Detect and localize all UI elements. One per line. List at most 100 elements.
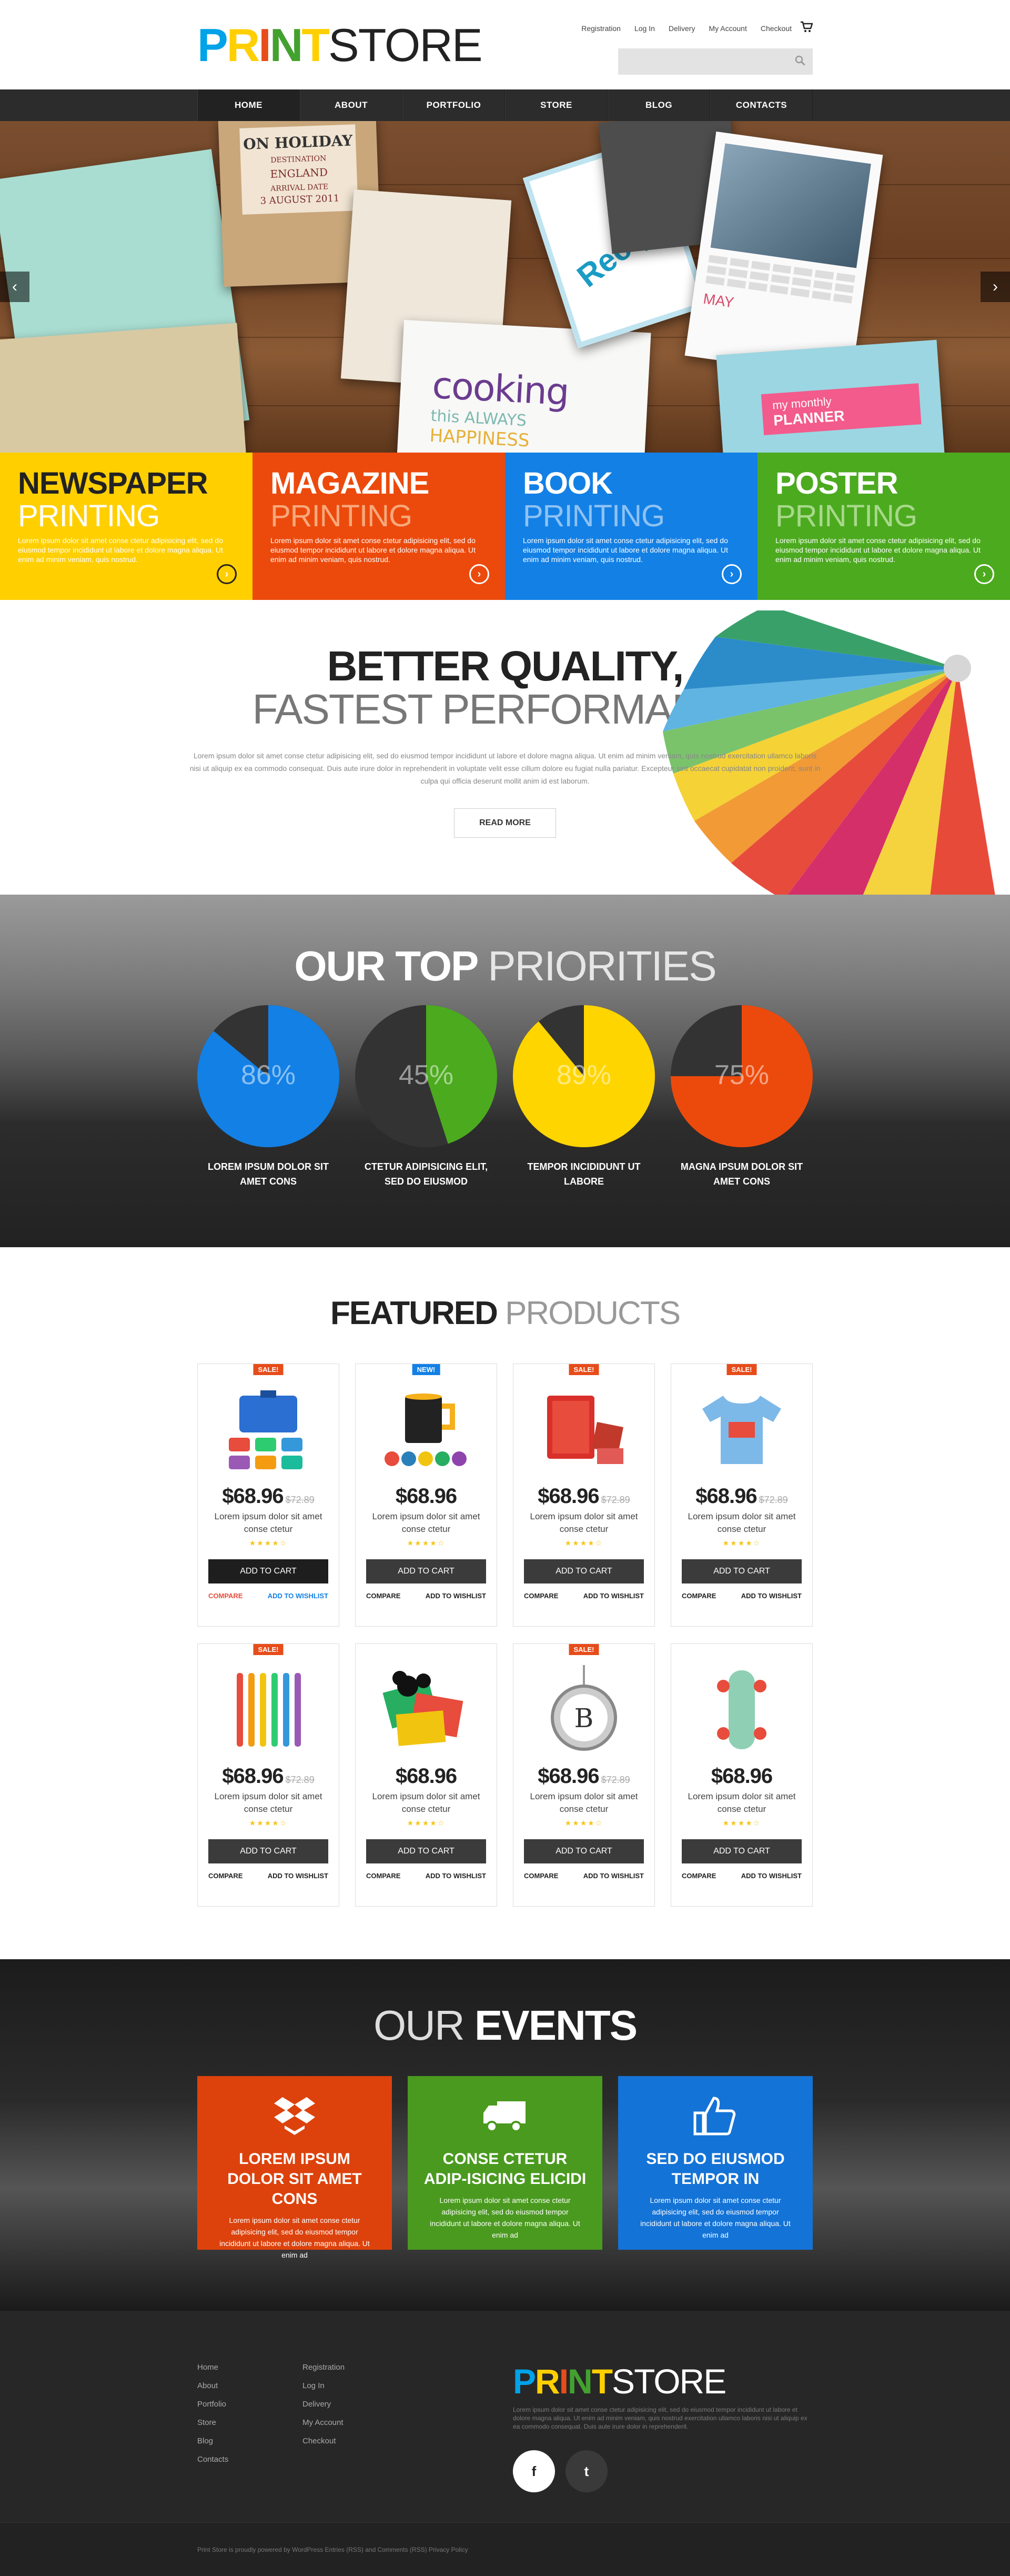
registration-link[interactable]: Registration	[581, 24, 621, 33]
arrow-circle-icon[interactable]: ›	[217, 564, 237, 584]
mug-icon[interactable]	[376, 1385, 476, 1475]
pens-icon[interactable]	[218, 1665, 318, 1755]
compare-link[interactable]: COMPARE	[682, 1592, 716, 1600]
featured-title-light: PRODUCTS	[505, 1295, 681, 1331]
slider-prev-button[interactable]: ‹	[0, 272, 29, 302]
tshirt-icon[interactable]	[692, 1385, 792, 1475]
compare-link[interactable]: COMPARE	[682, 1872, 716, 1880]
footer-link[interactable]: My Account	[302, 2413, 345, 2432]
site-logo[interactable]: PRINTSTORE	[197, 22, 483, 68]
wishlist-link[interactable]: ADD TO WISHLIST	[268, 1872, 328, 1880]
wishlist-link[interactable]: ADD TO WISHLIST	[741, 1592, 802, 1600]
footer-link[interactable]: Contacts	[197, 2450, 228, 2469]
read-more-button[interactable]: READ MORE	[454, 808, 556, 838]
login-link[interactable]: Log In	[634, 24, 655, 33]
event-box[interactable]: SED DO EIUSMOD TEMPOR IN Lorem ipsum dol…	[618, 2076, 813, 2250]
card-text: DESTINATION	[270, 154, 327, 165]
checkout-link[interactable]: Checkout	[761, 24, 792, 33]
nav-blog[interactable]: BLOG	[608, 89, 710, 121]
footer-link[interactable]: About	[197, 2377, 228, 2395]
events-title-light: OUR	[373, 2002, 465, 2049]
add-to-cart-button[interactable]: ADD TO CART	[208, 1559, 328, 1583]
cart-icon[interactable]	[800, 21, 813, 33]
footer-link[interactable]: Portfolio	[197, 2395, 228, 2413]
bag-icon[interactable]	[218, 1385, 318, 1475]
nav-home[interactable]: HOME	[197, 89, 300, 121]
product-old-price: $72.89	[285, 1775, 315, 1785]
wishlist-link[interactable]: ADD TO WISHLIST	[426, 1872, 486, 1880]
compare-link[interactable]: COMPARE	[366, 1872, 400, 1880]
wishlist-link[interactable]: ADD TO WISHLIST	[268, 1592, 328, 1600]
wishlist-link[interactable]: ADD TO WISHLIST	[583, 1592, 644, 1600]
service-subtitle: PRINTING	[775, 499, 917, 533]
search-input[interactable]	[618, 48, 813, 75]
footer-link[interactable]: Log In	[302, 2377, 345, 2395]
footer-link[interactable]: Checkout	[302, 2432, 345, 2450]
tablet-case-icon[interactable]	[534, 1385, 634, 1475]
product-price-row: $68.96 $72.89	[198, 1485, 339, 1508]
product-name[interactable]: Lorem ipsum dolor sit amet conse ctetur	[198, 1510, 339, 1536]
arrow-circle-icon[interactable]: ›	[469, 564, 489, 584]
product-card: SALE! $68.96 $72.89 Lorem ipsum dolor sit a…	[197, 1643, 339, 1907]
service-magazine[interactable]: MAGAZINE PRINTING Lorem ipsum dolor sit …	[252, 453, 505, 600]
compare-link[interactable]: COMPARE	[366, 1592, 400, 1600]
product-old-price: $72.89	[601, 1775, 630, 1785]
product-name[interactable]: Lorem ipsum dolor sit amet conse ctetur	[671, 1790, 812, 1816]
nav-about[interactable]: ABOUT	[300, 89, 402, 121]
add-to-cart-button[interactable]: ADD TO CART	[524, 1559, 644, 1583]
my-account-link[interactable]: My Account	[709, 24, 746, 33]
product-name[interactable]: Lorem ipsum dolor sit amet conse ctetur	[513, 1790, 654, 1816]
events-section: OUR EVENTS LOREM IPSUM DOLOR SIT AMET CO…	[0, 1959, 1010, 2311]
add-to-cart-button[interactable]: ADD TO CART	[682, 1559, 802, 1583]
wishlist-link[interactable]: ADD TO WISHLIST	[583, 1872, 644, 1880]
delivery-link[interactable]: Delivery	[669, 24, 695, 33]
add-to-cart-button[interactable]: ADD TO CART	[682, 1839, 802, 1863]
add-to-cart-button[interactable]: ADD TO CART	[524, 1839, 644, 1863]
skateboard-icon[interactable]	[692, 1665, 792, 1755]
service-poster[interactable]: POSTER PRINTING Lorem ipsum dolor sit am…	[758, 453, 1010, 600]
services-row: NEWSPAPER PRINTING Lorem ipsum dolor sit…	[0, 453, 1010, 600]
product-name[interactable]: Lorem ipsum dolor sit amet conse ctetur	[356, 1510, 497, 1536]
wishlist-link[interactable]: ADD TO WISHLIST	[741, 1872, 802, 1880]
nav-store[interactable]: STORE	[505, 89, 608, 121]
service-newspaper[interactable]: NEWSPAPER PRINTING Lorem ipsum dolor sit…	[0, 453, 252, 600]
product-old-price: $72.89	[285, 1495, 315, 1505]
compare-link[interactable]: COMPARE	[524, 1592, 558, 1600]
product-name[interactable]: Lorem ipsum dolor sit amet conse ctetur	[356, 1790, 497, 1816]
add-to-cart-button[interactable]: ADD TO CART	[366, 1559, 486, 1583]
add-to-cart-button[interactable]: ADD TO CART	[208, 1839, 328, 1863]
footer-link[interactable]: Home	[197, 2358, 228, 2377]
footer-link[interactable]: Blog	[197, 2432, 228, 2450]
footer-link[interactable]: Registration	[302, 2358, 345, 2377]
nav-contacts[interactable]: CONTACTS	[710, 89, 813, 121]
product-name[interactable]: Lorem ipsum dolor sit amet conse ctetur	[513, 1510, 654, 1536]
pie-chart: 75%	[671, 1005, 813, 1147]
add-to-cart-button[interactable]: ADD TO CART	[366, 1839, 486, 1863]
service-book[interactable]: BOOK PRINTING Lorem ipsum dolor sit amet…	[505, 453, 758, 600]
cards-icon[interactable]	[376, 1665, 476, 1755]
footer-logo[interactable]: PRINTSTORE	[513, 2361, 726, 2401]
product-links: COMPARE ADD TO WISHLIST	[513, 1592, 654, 1600]
twitter-icon[interactable]: t	[565, 2450, 608, 2492]
arrow-circle-icon[interactable]: ›	[974, 564, 994, 584]
pendant-icon[interactable]: B	[534, 1665, 634, 1755]
featured-title-bold: FEATURED	[330, 1295, 498, 1331]
event-box[interactable]: CONSE CTETUR ADIP-ISICING ELICIDI Lorem …	[408, 2076, 602, 2250]
arrow-circle-icon[interactable]: ›	[722, 564, 742, 584]
slider-next-button[interactable]: ›	[981, 272, 1010, 302]
event-title: LOREM IPSUM DOLOR SIT AMET CONS	[227, 2150, 362, 2208]
compare-link[interactable]: COMPARE	[208, 1872, 243, 1880]
nav-portfolio[interactable]: PORTFOLIO	[402, 89, 505, 121]
pie-percent: 45%	[399, 1060, 453, 1090]
product-name[interactable]: Lorem ipsum dolor sit amet conse ctetur	[671, 1510, 812, 1536]
footer-link[interactable]: Delivery	[302, 2395, 345, 2413]
search-icon[interactable]	[795, 55, 805, 66]
product-price-row: $68.96 $72.89	[671, 1485, 812, 1508]
product-name[interactable]: Lorem ipsum dolor sit amet conse ctetur	[198, 1790, 339, 1816]
compare-link[interactable]: COMPARE	[208, 1592, 243, 1600]
footer-link[interactable]: Store	[197, 2413, 228, 2432]
compare-link[interactable]: COMPARE	[524, 1872, 558, 1880]
facebook-icon[interactable]: f	[513, 2450, 555, 2492]
event-box[interactable]: LOREM IPSUM DOLOR SIT AMET CONS Lorem ip…	[197, 2076, 392, 2259]
wishlist-link[interactable]: ADD TO WISHLIST	[426, 1592, 486, 1600]
